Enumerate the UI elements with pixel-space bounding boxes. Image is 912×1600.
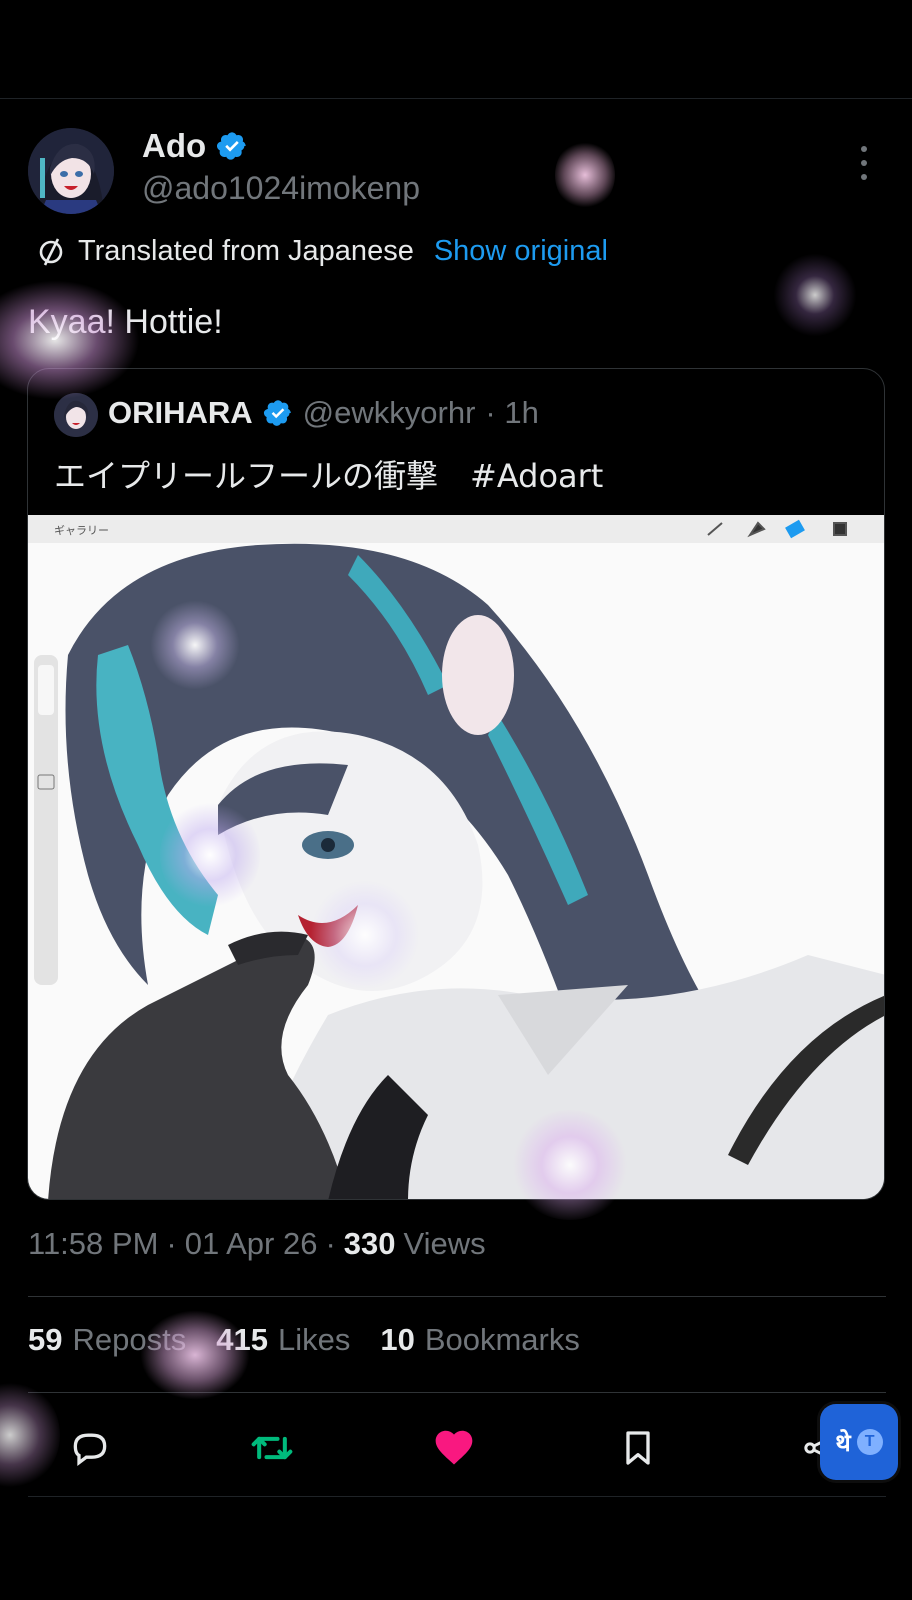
show-original-link[interactable]: Show original [434, 235, 608, 268]
meta-separator: · [325, 1226, 336, 1261]
reply-button[interactable] [62, 1420, 118, 1476]
author-name-row[interactable]: Ado [142, 126, 248, 166]
quoted-time: · 1h [485, 395, 539, 430]
top-divider [0, 98, 912, 99]
likes-stat[interactable]: 415 Likes [216, 1322, 350, 1358]
stats-divider-bottom [28, 1392, 886, 1393]
quoted-display-name: ORIHARA [108, 395, 253, 430]
bookmark-icon [626, 1431, 650, 1465]
sparkle-decoration [555, 140, 615, 210]
translate-fab-badge: T [856, 1429, 883, 1455]
bookmark-button[interactable] [610, 1420, 666, 1476]
reply-icon [73, 1433, 107, 1466]
sparkle-decoration [770, 250, 860, 340]
views-label[interactable]: Views [404, 1226, 486, 1262]
translate-floating-button[interactable]: थे T [820, 1404, 898, 1480]
translated-from-label: Translated from Japanese [78, 234, 414, 267]
author-avatar[interactable] [28, 128, 114, 214]
quoted-tweet-card[interactable]: ORIHARA @ewkkyorhr · 1h エイプリールフールの衝撃 #Ad… [27, 368, 885, 1200]
translate-fab-glyph: थे [835, 1428, 851, 1457]
author-display-name[interactable]: Ado [142, 127, 206, 165]
tweet-time: 11:58 PM [28, 1226, 159, 1261]
verified-badge-icon [217, 132, 246, 160]
translate-icon [39, 238, 63, 266]
quoted-text: エイプリールフールの衝撃 #Adoart [54, 457, 604, 495]
tweet-text: Kyaa! Hottie! [28, 303, 223, 341]
bottom-divider [28, 1496, 886, 1497]
tweet-meta: 11:58 PM · 01 Apr 26 · 330 Views [28, 1226, 486, 1262]
quoted-author-avatar [54, 393, 98, 437]
heart-icon [435, 1430, 473, 1465]
translation-row: Translated from Japanese Show original [36, 233, 608, 269]
more-options-icon[interactable] [854, 146, 874, 180]
quoted-artwork-image[interactable]: ギャラリー [28, 515, 884, 1199]
engagement-stats: 59 Reposts 415 Likes 10 Bookmarks [28, 1322, 580, 1358]
drawing-app-toolbar-label: ギャラリー [54, 524, 109, 537]
views-count: 330 [343, 1226, 396, 1261]
action-bar [0, 1420, 912, 1476]
like-button[interactable] [426, 1420, 482, 1476]
verified-badge-icon [263, 400, 291, 426]
meta-separator: · [166, 1226, 177, 1261]
bookmarks-stat[interactable]: 10 Bookmarks [380, 1322, 580, 1358]
quoted-handle: @ewkkyorhr [302, 395, 476, 430]
author-handle[interactable]: @ado1024imokenp [142, 170, 420, 207]
reposts-stat[interactable]: 59 Reposts [28, 1322, 186, 1358]
tweet-date: 01 Apr 26 [184, 1226, 318, 1261]
quoted-author-row: ORIHARA @ewkkyorhr · 1h [108, 391, 539, 435]
repost-button[interactable] [244, 1420, 300, 1476]
repost-icon [251, 1436, 293, 1460]
stats-divider-top [28, 1296, 886, 1297]
